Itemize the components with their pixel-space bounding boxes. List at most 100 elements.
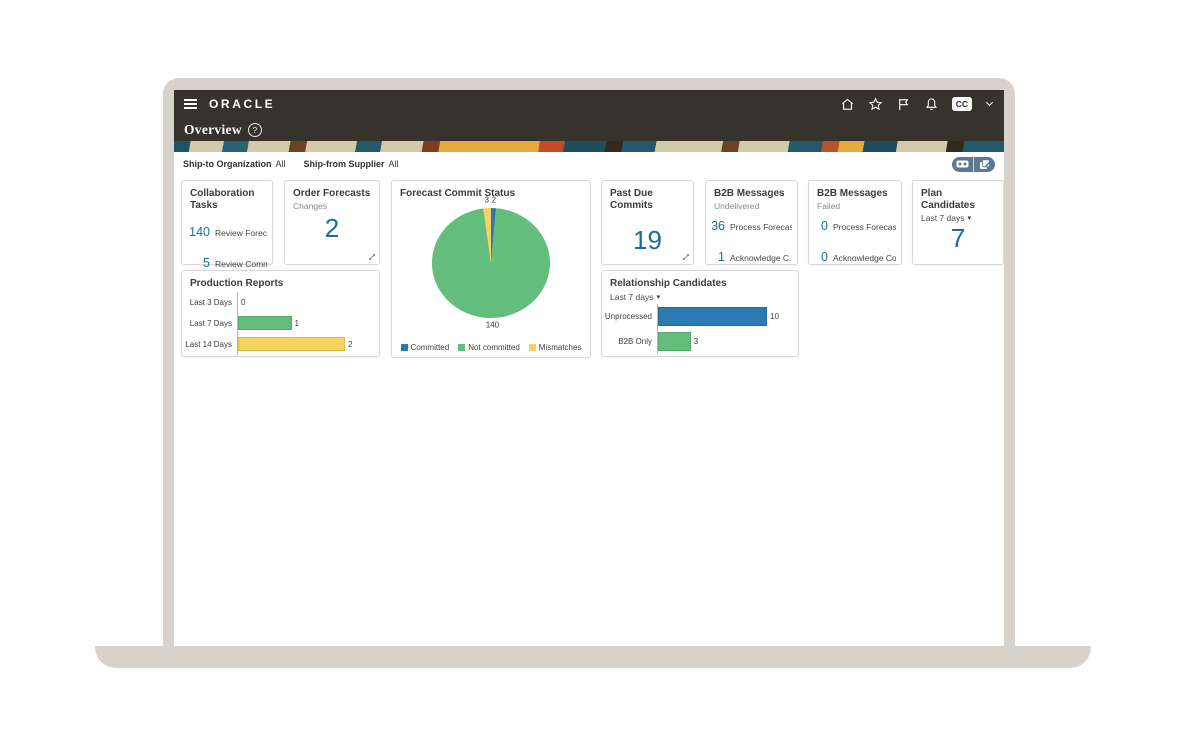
notifications-icon[interactable] (924, 97, 939, 112)
oracle-logo: ORACLE (209, 97, 276, 111)
acknowledge-stat[interactable]: 1 Acknowledge C... (706, 250, 797, 264)
user-avatar[interactable]: CC (951, 96, 972, 112)
laptop-base (95, 646, 1091, 668)
forecast-commit-status-card: Forecast Commit Status 2 140 3 Committed No… (391, 180, 591, 358)
bar-value-label: 10 (770, 311, 779, 321)
card-title: Past Due Commits (610, 188, 653, 211)
bar-value-label: 3 (693, 336, 699, 346)
edit-page-button[interactable] (974, 156, 995, 172)
stat-label: Review Comm... (215, 259, 267, 269)
stat-value: 0 (821, 249, 828, 264)
ship-to-org-value[interactable]: All (276, 159, 286, 169)
card-title: B2B Messages (817, 188, 888, 199)
card-subtitle: Changes (293, 200, 328, 211)
period-label: Last 7 days (921, 213, 965, 223)
production-reports-card: Production Reports Last 3 Days 0 Last 7 Da… (181, 270, 380, 357)
ship-from-supplier-value[interactable]: All (389, 159, 399, 169)
bar-row-last-7-days: Last 7 Days 1 (182, 312, 379, 334)
ship-from-supplier-label: Ship-from Supplier (303, 159, 385, 169)
forecast-commit-pie-chart[interactable]: 2 140 3 (392, 195, 590, 340)
period-label: Last 7 days (610, 291, 654, 302)
dropdown-caret-icon: ▾ (656, 293, 660, 301)
refresh-button[interactable] (952, 156, 974, 172)
pie-data-label: 140 (485, 320, 500, 330)
edit-page-icon (979, 158, 990, 169)
card-title: Collaboration Tasks (190, 188, 255, 211)
card-title: Production Reports (190, 278, 284, 289)
stat-value: 0 (821, 218, 828, 233)
stat-label: Review Foreca... (215, 228, 267, 238)
collaboration-tasks-card: Collaboration Tasks 140 Review Foreca...… (181, 180, 273, 270)
user-initials: CC (955, 98, 968, 109)
resize-handle-icon[interactable] (368, 253, 376, 261)
review-forecasts-stat[interactable]: 140 Review Foreca... (182, 225, 272, 239)
dropdown-caret-icon: ▾ (967, 215, 971, 222)
legend-item-mismatches: Mismatches (528, 343, 582, 352)
filter-bar: Ship-to Organization All Ship-from Suppl… (174, 152, 1004, 176)
page-title-bar: Overview ? (174, 118, 1004, 141)
card-title: Order Forecasts (293, 188, 371, 199)
stat-label: Acknowledge C... (730, 252, 792, 263)
bar-b2b-only[interactable] (658, 331, 691, 351)
past-due-commits-count[interactable]: 19 (602, 226, 693, 255)
home-icon[interactable] (840, 97, 855, 112)
page-action-buttons (952, 156, 995, 172)
page-title: Overview (184, 121, 242, 137)
pie-svg (431, 207, 550, 318)
card-subtitle: Undelivered (714, 200, 760, 211)
legend-item-not-committed: Not committed (458, 343, 520, 352)
relationship-candidates-chart[interactable]: Unprocessed 10 B2B Only 3 (602, 303, 798, 354)
bar-value-label: 1 (294, 318, 299, 328)
chevron-down-icon[interactable] (985, 100, 994, 108)
bar-category-label: Last 3 Days (189, 297, 232, 307)
stat-label: Acknowledge Co... (833, 252, 896, 263)
process-forecasts-stat[interactable]: 36 Process Forecasts (706, 219, 797, 233)
help-icon[interactable]: ? (247, 122, 262, 137)
menu-icon[interactable] (184, 99, 197, 109)
legend-item-committed: Committed (400, 343, 450, 352)
plan-candidates-card: Plan Candidates Last 7 days ▾ 7 (912, 180, 1004, 265)
flag-icon[interactable] (896, 97, 911, 112)
plan-candidates-count[interactable]: 7 (913, 224, 1003, 253)
past-due-commits-card: Past Due Commits 19 (601, 180, 694, 265)
bar-area: 2 (237, 333, 379, 355)
pie-data-label: 3 (484, 195, 489, 205)
relationship-period-dropdown[interactable]: Last 7 days ▾ (602, 290, 798, 302)
legend-label: Not committed (468, 343, 520, 352)
bar-last-14-days[interactable] (238, 337, 345, 351)
dashboard-content: Collaboration Tasks 140 Review Foreca...… (174, 176, 1004, 646)
bar-category-label: Last 14 Days (185, 339, 232, 349)
order-forecasts-card: Order Forecasts Changes 2 (284, 180, 380, 265)
b2b-messages-failed-card: B2B Messages Failed 0 Process Forecasts … (808, 180, 902, 265)
resize-handle-icon[interactable] (682, 253, 690, 261)
process-forecasts-stat[interactable]: 0 Process Forecasts (809, 219, 901, 233)
order-forecasts-count[interactable]: 2 (285, 213, 379, 243)
legend-label: Committed (410, 343, 450, 352)
legend-swatch (528, 344, 536, 351)
decorative-banner (174, 141, 1004, 152)
ship-to-org-label: Ship-to Organization (183, 159, 272, 169)
laptop-screen: ORACLE CC Overview ? Ship-to Organizatio… (174, 90, 1004, 646)
stat-value: 36 (711, 218, 725, 233)
bar-value-label: 2 (348, 339, 353, 349)
pie-data-label: 2 (491, 195, 497, 205)
favorites-icon[interactable] (868, 96, 883, 112)
bar-category-label: Last 7 Days (189, 318, 232, 328)
review-commits-stat[interactable]: 5 Review Comm... (182, 256, 272, 270)
production-reports-chart[interactable]: Last 3 Days 0 Last 7 Days 1 Last 14 Days 2 (182, 291, 379, 355)
header-actions: CC (840, 96, 994, 112)
bar-row-last-3-days: Last 3 Days 0 (182, 291, 379, 313)
legend-label: Mismatches (538, 343, 582, 352)
bar-category-label: B2B Only (618, 336, 652, 346)
bar-unprocessed[interactable] (658, 306, 767, 326)
bar-last-7-days[interactable] (238, 316, 292, 330)
bar-area: 1 (237, 312, 379, 334)
bar-row-unprocessed: Unprocessed 10 (602, 303, 798, 329)
laptop-screen-bezel: ORACLE CC Overview ? Ship-to Organizatio… (163, 78, 1015, 646)
plan-candidates-period-dropdown[interactable]: Last 7 days ▾ (913, 211, 1003, 223)
stat-value: 1 (718, 249, 725, 264)
bar-row-b2b-only: B2B Only 3 (602, 328, 798, 354)
card-title: B2B Messages (714, 188, 785, 199)
acknowledge-stat[interactable]: 0 Acknowledge Co... (809, 250, 901, 264)
relationship-candidates-card: Relationship Candidates Last 7 days ▾ Un… (601, 270, 799, 357)
